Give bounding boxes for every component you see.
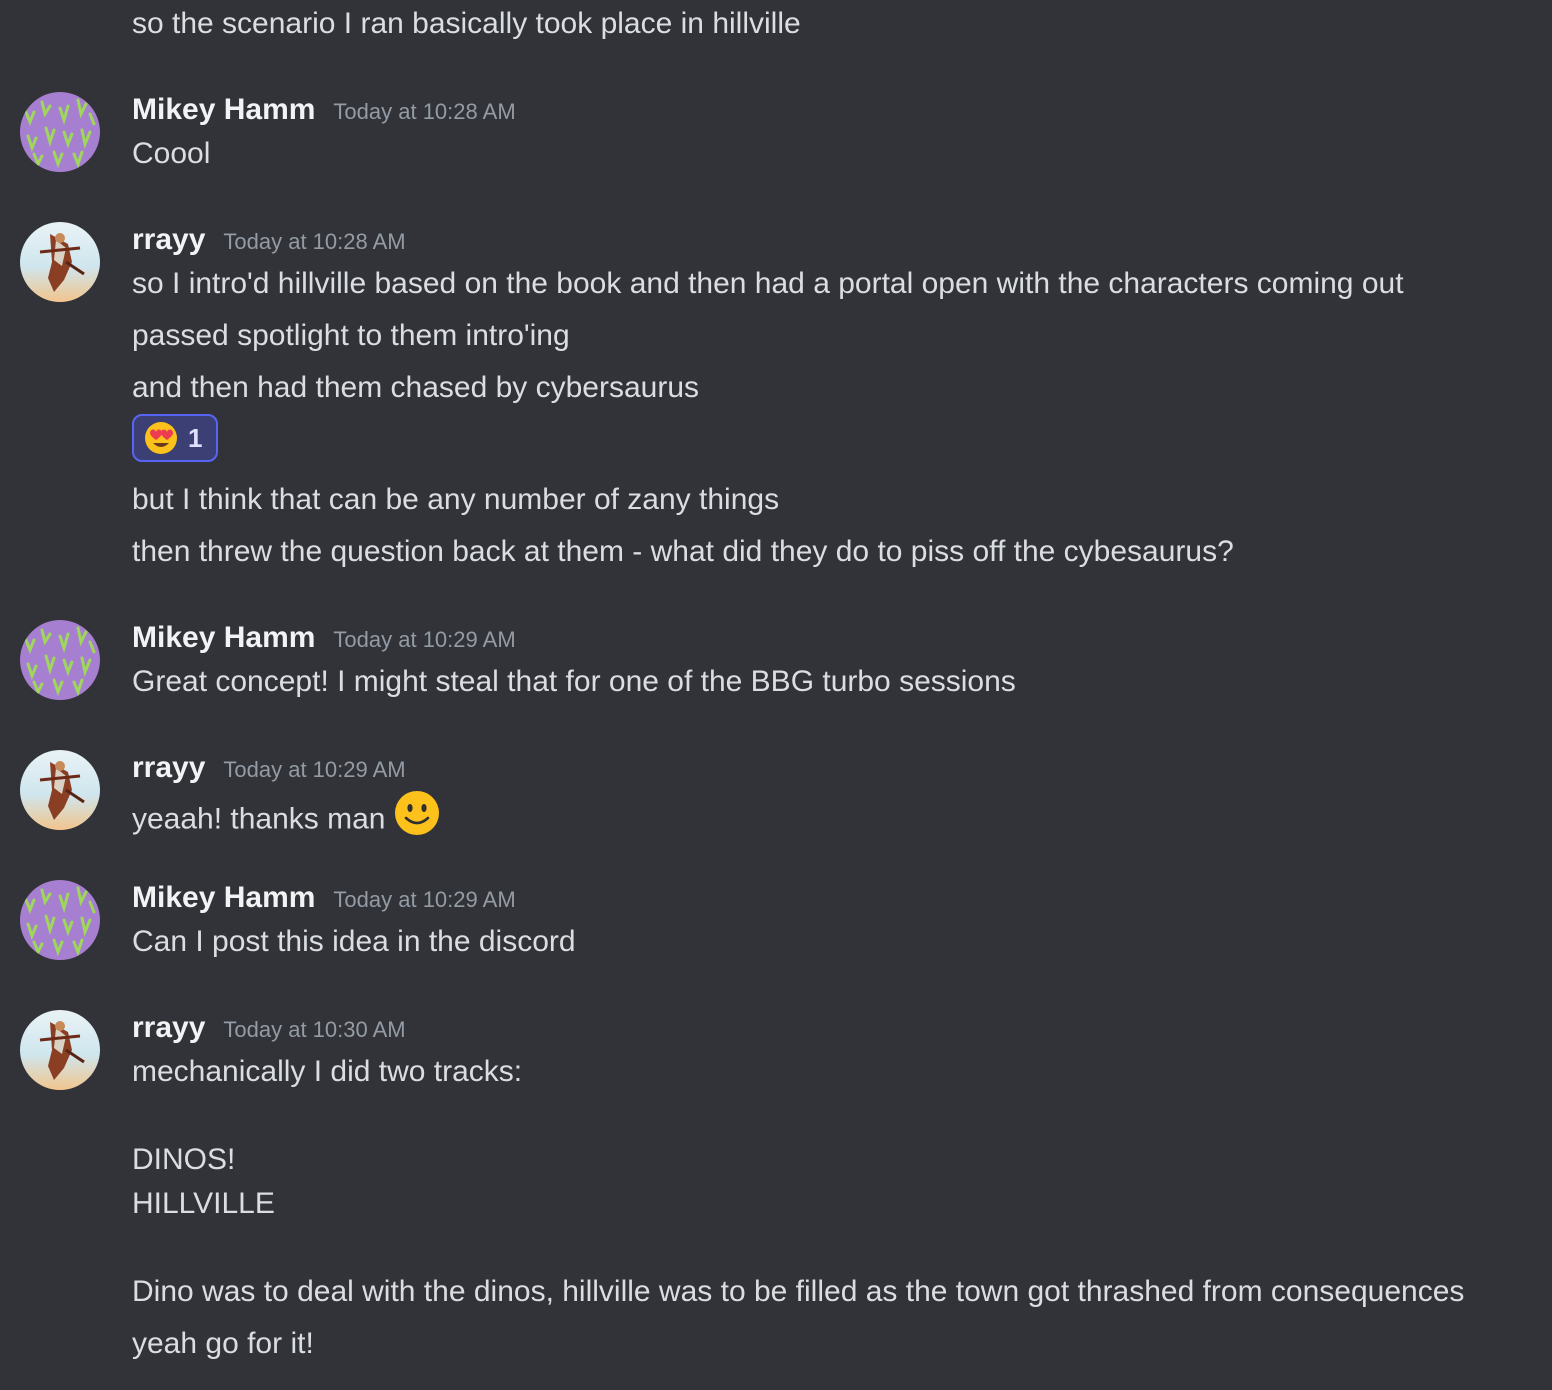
message-line: passed spotlight to them intro'ing xyxy=(132,319,570,352)
author-name[interactable]: rrayy xyxy=(132,220,205,260)
timestamp: Today at 10:29 AM xyxy=(223,757,406,782)
avatar-mikey-hamm[interactable] xyxy=(20,880,100,960)
timestamp: Today at 10:28 AM xyxy=(333,99,516,124)
timestamp: Today at 10:29 AM xyxy=(333,887,516,912)
purple-pattern-avatar-icon xyxy=(20,620,100,700)
message-line: then threw the question back at them - w… xyxy=(132,535,1234,568)
message-header: Mikey Hamm Today at 10:29 AM xyxy=(132,878,516,920)
purple-pattern-avatar-icon xyxy=(20,92,100,172)
rider-illustration-avatar-icon xyxy=(20,222,100,302)
message-line: so the scenario I ran basically took pla… xyxy=(132,7,801,40)
avatar-rrayy[interactable] xyxy=(20,222,100,302)
slightly-smiling-face-icon xyxy=(394,790,440,847)
author-name[interactable]: Mikey Hamm xyxy=(132,878,315,918)
message-line: Coool xyxy=(132,137,211,170)
message-header: rrayy Today at 10:30 AM xyxy=(132,1008,406,1050)
message-text: yeaah! thanks man xyxy=(132,802,386,836)
reaction-button[interactable]: 1 xyxy=(132,414,218,462)
message-line: and then had them chased by cybersaurus xyxy=(132,371,700,404)
message-line: DINOS! xyxy=(132,1143,236,1176)
message-header: Mikey Hamm Today at 10:28 AM xyxy=(132,90,516,132)
avatar-rrayy[interactable] xyxy=(20,750,100,830)
author-name[interactable]: rrayy xyxy=(132,1008,205,1048)
message-line: yeaah! thanks man xyxy=(132,790,440,849)
reaction-count: 1 xyxy=(188,422,203,453)
message-line: but I think that can be any number of za… xyxy=(132,483,780,516)
heart-eyes-emoji-icon xyxy=(145,422,177,454)
timestamp: Today at 10:29 AM xyxy=(333,627,516,652)
message-header: Mikey Hamm Today at 10:29 AM xyxy=(132,618,516,660)
author-name[interactable]: rrayy xyxy=(132,748,205,788)
message-line: yeah go for it! xyxy=(132,1327,314,1360)
message-header: rrayy Today at 10:29 AM xyxy=(132,748,406,790)
message-line: Great concept! I might steal that for on… xyxy=(132,665,1016,698)
author-name[interactable]: Mikey Hamm xyxy=(132,618,315,658)
avatar-mikey-hamm[interactable] xyxy=(20,620,100,700)
message-line: mechanically I did two tracks: xyxy=(132,1055,523,1088)
message-line: Dino was to deal with the dinos, hillvil… xyxy=(132,1275,1465,1308)
message-header: rrayy Today at 10:28 AM xyxy=(132,220,406,262)
author-name[interactable]: Mikey Hamm xyxy=(132,90,315,130)
timestamp: Today at 10:28 AM xyxy=(223,229,406,254)
rider-illustration-avatar-icon xyxy=(20,1010,100,1090)
message-line: Can I post this idea in the discord xyxy=(132,925,576,958)
purple-pattern-avatar-icon xyxy=(20,880,100,960)
timestamp: Today at 10:30 AM xyxy=(223,1017,406,1042)
avatar-rrayy[interactable] xyxy=(20,1010,100,1090)
message-line: so I intro'd hillville based on the book… xyxy=(132,267,1404,300)
message-line: HILLVILLE xyxy=(132,1187,275,1220)
rider-illustration-avatar-icon xyxy=(20,750,100,830)
avatar-mikey-hamm[interactable] xyxy=(20,92,100,172)
